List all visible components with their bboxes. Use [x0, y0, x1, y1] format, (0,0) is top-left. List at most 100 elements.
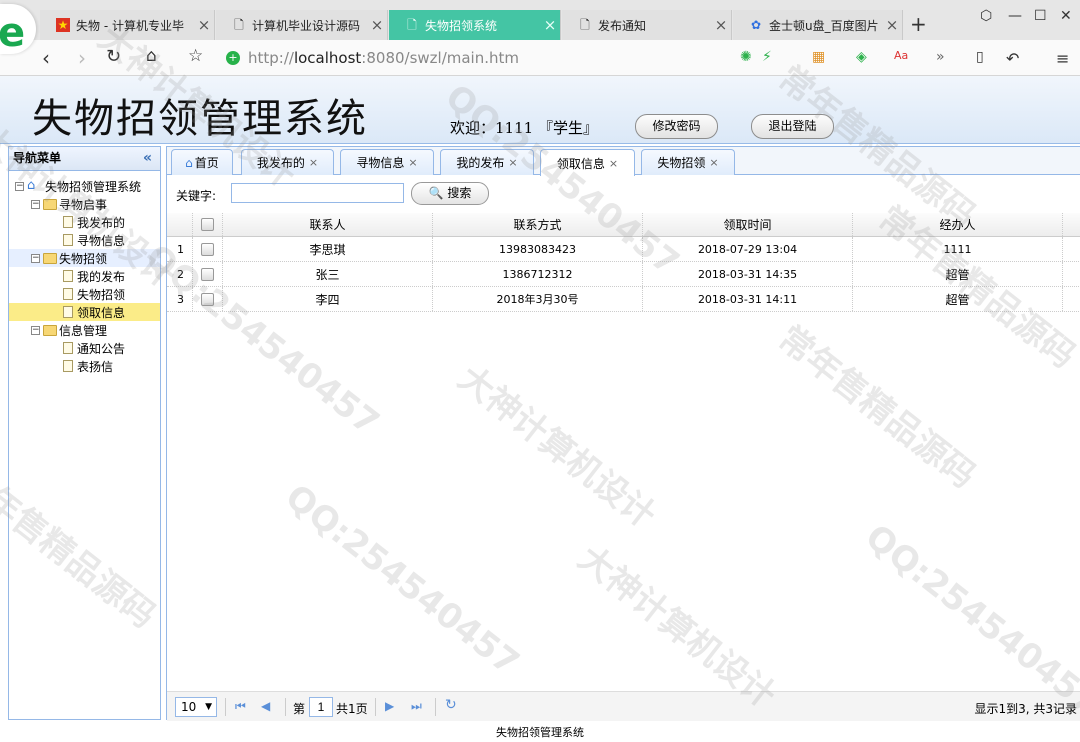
- close-icon[interactable]: ×: [508, 156, 517, 169]
- apps-grid-icon[interactable]: ▦: [812, 49, 825, 65]
- skin-shirt-icon[interactable]: ⬡: [980, 8, 992, 24]
- reload-icon[interactable]: ↻: [106, 46, 121, 67]
- forward-arrow-icon[interactable]: ›: [78, 46, 86, 70]
- tree-item-my-posts[interactable]: 我发布的: [9, 213, 160, 231]
- tree-item-label: 我的发布: [77, 269, 126, 284]
- row-number: 2: [167, 262, 193, 286]
- more-chevron-icon[interactable]: »: [936, 49, 945, 65]
- column-header-claim-time[interactable]: 领取时间: [643, 213, 853, 236]
- maximize-icon[interactable]: ☐: [1034, 8, 1047, 24]
- refresh-icon[interactable]: ↻: [445, 697, 457, 713]
- tab-search-info[interactable]: 寻物信息 ×: [340, 149, 434, 175]
- column-header-handler[interactable]: 经办人: [853, 213, 1063, 236]
- collapse-minus-icon[interactable]: −: [31, 325, 40, 335]
- column-header-contact[interactable]: 联系人: [223, 213, 433, 236]
- table-row[interactable]: 1 李思琪 13983083423 2018-07-29 13:04 1111: [167, 237, 1080, 262]
- browser-tab-4[interactable]: 🗋 发布通知 ×: [562, 10, 732, 40]
- tree-item-my-releases[interactable]: 我的发布: [9, 267, 160, 285]
- shield-extension-icon[interactable]: ◈: [856, 49, 867, 65]
- search-button[interactable]: 🔍 搜索: [411, 182, 489, 205]
- pager-divider: [225, 698, 226, 716]
- page-label: 第: [293, 702, 306, 716]
- column-header-phone[interactable]: 联系方式: [433, 213, 643, 236]
- collapse-double-chevron-icon[interactable]: «: [143, 147, 152, 170]
- url-field[interactable]: + http://localhost:8080/swzl/main.htm: [226, 46, 726, 70]
- close-icon[interactable]: ×: [540, 16, 560, 34]
- prev-page-icon[interactable]: ◀: [261, 699, 270, 713]
- new-tab-plus-icon[interactable]: +: [910, 12, 927, 36]
- tree-item-notices[interactable]: 通知公告: [9, 339, 160, 357]
- close-icon[interactable]: ×: [711, 16, 731, 34]
- translate-icon[interactable]: Aa: [894, 49, 908, 62]
- tree-group-info-management[interactable]: − 信息管理: [9, 321, 160, 339]
- close-icon[interactable]: ×: [309, 156, 318, 169]
- tab-lost-found[interactable]: 失物招领 ×: [641, 149, 735, 175]
- file-icon: [63, 234, 73, 246]
- table-row[interactable]: 2 张三 1386712312 2018-03-31 14:35 超管: [167, 262, 1080, 287]
- pager-divider: [435, 698, 436, 716]
- row-checkbox[interactable]: [193, 262, 223, 286]
- cell-phone: 1386712312: [433, 262, 643, 286]
- page-icon: 🗋: [580, 18, 590, 32]
- minimize-icon[interactable]: —: [1008, 8, 1022, 24]
- tree-group-found-items[interactable]: − 失物招领: [9, 249, 160, 267]
- first-page-icon[interactable]: ⏮: [235, 699, 246, 714]
- close-icon[interactable]: ×: [709, 156, 718, 169]
- page-number-input[interactable]: [309, 697, 333, 717]
- tree-item-label: 我发布的: [77, 215, 126, 230]
- close-icon[interactable]: ×: [408, 156, 417, 169]
- search-icon: 🔍: [428, 186, 444, 200]
- tab-home[interactable]: ⌂ 首页: [171, 149, 233, 175]
- record-info: 显示1到3, 共3记录: [974, 702, 1077, 716]
- undo-icon[interactable]: ↶: [1006, 49, 1019, 68]
- logout-button[interactable]: 退出登陆: [751, 114, 834, 139]
- bookmark-star-icon[interactable]: ☆: [188, 46, 203, 66]
- house-icon: ⌂: [185, 155, 193, 170]
- tab-claim-info[interactable]: 领取信息 ×: [540, 149, 635, 176]
- home-icon[interactable]: ⌂: [146, 46, 157, 66]
- keyword-input[interactable]: [231, 183, 404, 203]
- last-page-icon[interactable]: ⏭: [411, 699, 422, 714]
- table-row[interactable]: 3 李四 2018年3月30号 2018-03-31 14:11 超管: [167, 287, 1080, 312]
- tree-item-label: 失物招领: [77, 287, 126, 302]
- tree-group-label: 信息管理: [59, 323, 108, 338]
- tab-my-posts[interactable]: 我发布的 ×: [241, 149, 334, 175]
- change-password-button[interactable]: 修改密码: [635, 114, 718, 139]
- sidebar-header: 导航菜单 «: [9, 147, 160, 171]
- browser-tab-3[interactable]: 🗋 失物招领系统 ×: [389, 10, 561, 40]
- browser-tab-1[interactable]: ★ 失物 - 计算机专业毕 ×: [40, 10, 215, 40]
- collapse-minus-icon[interactable]: −: [31, 253, 40, 263]
- collapse-minus-icon[interactable]: −: [15, 181, 24, 191]
- row-checkbox[interactable]: [193, 287, 223, 311]
- tab-my-releases[interactable]: 我的发布 ×: [440, 149, 534, 175]
- back-arrow-icon[interactable]: ‹: [42, 46, 50, 70]
- tree-item-lost-found[interactable]: 失物招领: [9, 285, 160, 303]
- page-size-select[interactable]: 10 ▼: [175, 697, 217, 717]
- tree-item-praise-letters[interactable]: 表扬信: [9, 357, 160, 375]
- menu-icon[interactable]: ≡: [1056, 49, 1069, 68]
- browser-tab-5[interactable]: ✿ 金士顿u盘_百度图片 ×: [733, 10, 903, 40]
- tree-item-claim-info[interactable]: 领取信息: [9, 303, 160, 321]
- select-all-checkbox[interactable]: [193, 213, 223, 236]
- row-checkbox[interactable]: [193, 237, 223, 261]
- next-page-icon[interactable]: ▶: [385, 699, 394, 713]
- tree-item-search-info[interactable]: 寻物信息: [9, 231, 160, 249]
- file-icon: [63, 342, 73, 354]
- close-icon[interactable]: ×: [194, 16, 214, 34]
- search-toolbar: 关键字: 🔍 搜索: [167, 175, 1080, 213]
- close-icon[interactable]: ×: [882, 16, 902, 34]
- cell-contact: 李思琪: [223, 237, 433, 261]
- browser-tab-2[interactable]: 🗋 计算机毕业设计源码 ×: [216, 10, 388, 40]
- content-tabs: ⌂ 首页 我发布的 × 寻物信息 × 我的发布 × 领取信息 × 失物招领 ×: [167, 147, 1080, 176]
- tree-item-label: 寻物信息: [77, 233, 126, 248]
- lightning-icon[interactable]: ⚡: [762, 49, 772, 65]
- tree-root[interactable]: − ⌂ 失物招领管理系统: [9, 177, 160, 195]
- reading-mode-icon[interactable]: ▯: [976, 49, 984, 65]
- green-gear-icon[interactable]: ✺: [740, 49, 752, 65]
- close-icon[interactable]: ×: [609, 157, 618, 170]
- tree-group-lost-notices[interactable]: − 寻物启事: [9, 195, 160, 213]
- window-close-icon[interactable]: ✕: [1060, 8, 1072, 24]
- collapse-minus-icon[interactable]: −: [31, 199, 40, 209]
- close-icon[interactable]: ×: [367, 16, 387, 34]
- page-size-value: 10: [181, 700, 197, 714]
